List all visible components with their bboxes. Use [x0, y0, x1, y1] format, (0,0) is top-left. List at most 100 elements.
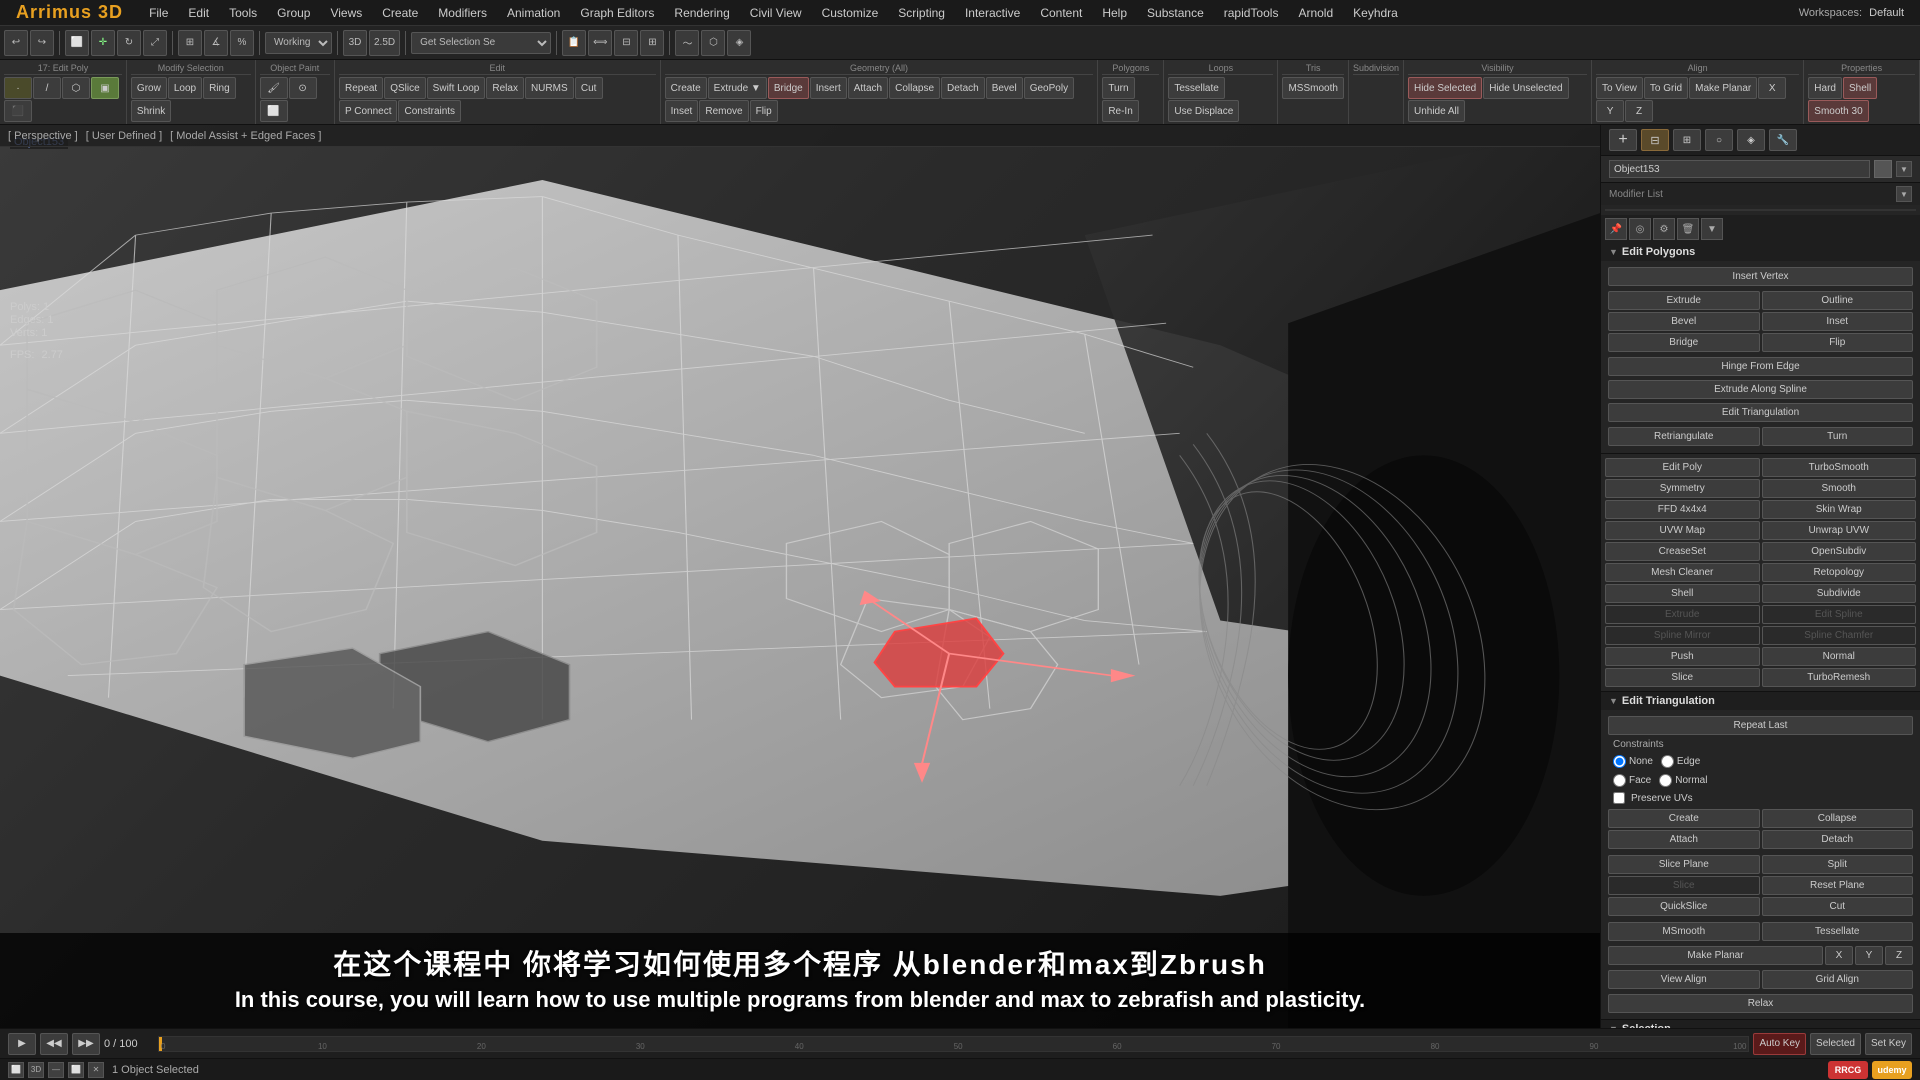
edge-mode-button[interactable]: /	[33, 77, 61, 99]
constraint-face-radio[interactable]	[1613, 774, 1626, 787]
selection-section-header[interactable]: ▼ Selection	[1601, 1020, 1920, 1028]
rotate-button[interactable]: ↻	[117, 30, 141, 56]
rp-slice2-button[interactable]: Slice	[1608, 876, 1760, 895]
angle-snap-button[interactable]: ∡	[204, 30, 228, 56]
delete-mod-button[interactable]: 🗑	[1677, 218, 1699, 240]
menu-substance[interactable]: Substance	[1137, 0, 1214, 25]
hierarchy-tab-button[interactable]: ⊞	[1673, 129, 1701, 151]
loop-button[interactable]: Loop	[168, 77, 202, 99]
insert-vertex-button[interactable]: Insert Vertex	[1608, 267, 1913, 286]
mirror-button[interactable]: ⟺	[588, 30, 612, 56]
object-color-swatch[interactable]	[1874, 160, 1892, 178]
rp-normal-button[interactable]: Normal	[1762, 647, 1917, 666]
viewport[interactable]: [ Perspective ] [ User Defined ] [ Model…	[0, 125, 1600, 1028]
rp-smooth-button[interactable]: Smooth	[1762, 479, 1917, 498]
rp-z-2-button[interactable]: Z	[1885, 946, 1913, 965]
object-name-input[interactable]	[1609, 160, 1870, 178]
play-button[interactable]: ▶	[8, 1033, 36, 1055]
smooth-value-button[interactable]: Smooth 30	[1808, 100, 1868, 122]
swift-loop-button[interactable]: Swift Loop	[427, 77, 486, 99]
constraint-edge-radio[interactable]	[1661, 755, 1674, 768]
viewport-canvas[interactable]: Object153 Polys: 1 Edges: 1 Verts: 1 FPS…	[0, 125, 1600, 1028]
next-frame-button[interactable]: ▶▶	[72, 1033, 100, 1055]
rp-gridalign-button[interactable]: Grid Align	[1762, 970, 1914, 989]
modifier-list-dropdown-button[interactable]: ▼	[1896, 186, 1912, 202]
rp-extrude-mod-button[interactable]: Extrude	[1605, 605, 1760, 624]
rp-flip-button[interactable]: Flip	[1762, 333, 1914, 352]
menu-views[interactable]: Views	[320, 0, 372, 25]
geo-poly-button[interactable]: GeoPoly	[1024, 77, 1074, 99]
use-displace-button[interactable]: Use Displace	[1168, 100, 1239, 122]
material-editor-button[interactable]: ◈	[727, 30, 751, 56]
menu-keyhdra[interactable]: Keyhdra	[1343, 0, 1408, 25]
menu-scripting[interactable]: Scripting	[888, 0, 955, 25]
show-result-button[interactable]: ◎	[1629, 218, 1651, 240]
rp-y-2-button[interactable]: Y	[1855, 946, 1883, 965]
rp-editpoly-button[interactable]: Edit Poly	[1605, 458, 1760, 477]
modify-tab-button[interactable]: ⊟	[1641, 129, 1669, 151]
rp-uvwmap-button[interactable]: UVW Map	[1605, 521, 1760, 540]
modifier-options-button[interactable]: ▼	[1896, 161, 1912, 177]
menu-content[interactable]: Content	[1030, 0, 1092, 25]
constraint-normal-radio[interactable]	[1659, 774, 1672, 787]
menu-file[interactable]: File	[139, 0, 178, 25]
menu-civil-view[interactable]: Civil View	[740, 0, 812, 25]
rp-creaseset-button[interactable]: CreaseSet	[1605, 542, 1760, 561]
rp-splinechamfer-button[interactable]: Spline Chamfer	[1762, 626, 1917, 645]
utilities-tab-button[interactable]: 🔧	[1769, 129, 1797, 151]
retriangulate-button[interactable]: Retriangulate	[1608, 427, 1760, 446]
rp-push-button[interactable]: Push	[1605, 647, 1760, 666]
selection-dropdown[interactable]: Get Selection Se	[411, 32, 551, 54]
ring-button[interactable]: Ring	[203, 77, 236, 99]
rp-tessellate-2-button[interactable]: Tessellate	[1762, 922, 1914, 941]
qslice-button[interactable]: QSlice	[384, 77, 425, 99]
rp-subdivide-button[interactable]: Subdivide	[1762, 584, 1917, 603]
to-grid-button[interactable]: To Grid	[1644, 77, 1688, 99]
rp-opensubdiv-button[interactable]: OpenSubdiv	[1762, 542, 1917, 561]
repeat-last-button[interactable]: Repeat Last	[1608, 716, 1913, 735]
auto-key-button[interactable]: Auto Key	[1753, 1033, 1806, 1055]
menu-create[interactable]: Create	[372, 0, 428, 25]
rp-inset-button[interactable]: Inset	[1762, 312, 1914, 331]
rp-editspline-button[interactable]: Edit Spline	[1762, 605, 1917, 624]
border-mode-button[interactable]: ⬡	[62, 77, 90, 99]
hide-selected-button[interactable]: Hide Selected	[1408, 77, 1482, 99]
menu-interactive[interactable]: Interactive	[955, 0, 1030, 25]
menu-group[interactable]: Group	[267, 0, 320, 25]
select-object-button[interactable]: ⬜	[65, 30, 89, 56]
rp-sliceplane-button[interactable]: Slice Plane	[1608, 855, 1760, 874]
create-geo-button[interactable]: Create	[665, 77, 707, 99]
rp-split-button[interactable]: Split	[1762, 855, 1914, 874]
element-mode-button[interactable]: ⬛	[4, 100, 32, 122]
smooth-label-button[interactable]: Shell	[1843, 77, 1877, 99]
relax-edit-button[interactable]: Relax	[486, 77, 524, 99]
turn-button[interactable]: Turn	[1102, 77, 1134, 99]
inset-button[interactable]: Inset	[665, 100, 699, 122]
rp-skinwrap-button[interactable]: Skin Wrap	[1762, 500, 1917, 519]
rp-unwrap-button[interactable]: Unwrap UVW	[1762, 521, 1917, 540]
remove-button[interactable]: Remove	[699, 100, 748, 122]
vertex-mode-button[interactable]: ·	[4, 77, 32, 99]
rp-outline-button[interactable]: Outline	[1762, 291, 1914, 310]
rp-resetplane-button[interactable]: Reset Plane	[1762, 876, 1914, 895]
rp-bevel-button[interactable]: Bevel	[1608, 312, 1760, 331]
percent-snap-button[interactable]: %	[230, 30, 254, 56]
detach-button[interactable]: Detach	[941, 77, 985, 99]
view-dropdown[interactable]: Working World View	[265, 32, 332, 54]
stack-config-button[interactable]: ⚙	[1653, 218, 1675, 240]
rp-viewalign-button[interactable]: View Align	[1608, 970, 1760, 989]
hide-unselected-button[interactable]: Hide Unselected	[1483, 77, 1568, 99]
menu-edit[interactable]: Edit	[178, 0, 219, 25]
menu-modifiers[interactable]: Modifiers	[428, 0, 497, 25]
rp-shell-button[interactable]: Shell	[1605, 584, 1760, 603]
hinge-from-edge-button[interactable]: Hinge From Edge	[1608, 357, 1913, 376]
rp-relax-2-button[interactable]: Relax	[1608, 994, 1913, 1013]
scale-button[interactable]: ⤢	[143, 30, 167, 56]
rp-symmetry-button[interactable]: Symmetry	[1605, 479, 1760, 498]
modifier-turbosm[interactable]: 👁 ❄ TurboSmooth ▼	[1606, 210, 1915, 211]
align-button[interactable]: ⊟	[614, 30, 638, 56]
attach-button[interactable]: Attach	[848, 77, 888, 99]
constraint-edge-label[interactable]: Edge	[1661, 755, 1700, 768]
named-sets-button[interactable]: 📋	[562, 30, 586, 56]
stack-arrow-button[interactable]: ▼	[1701, 218, 1723, 240]
